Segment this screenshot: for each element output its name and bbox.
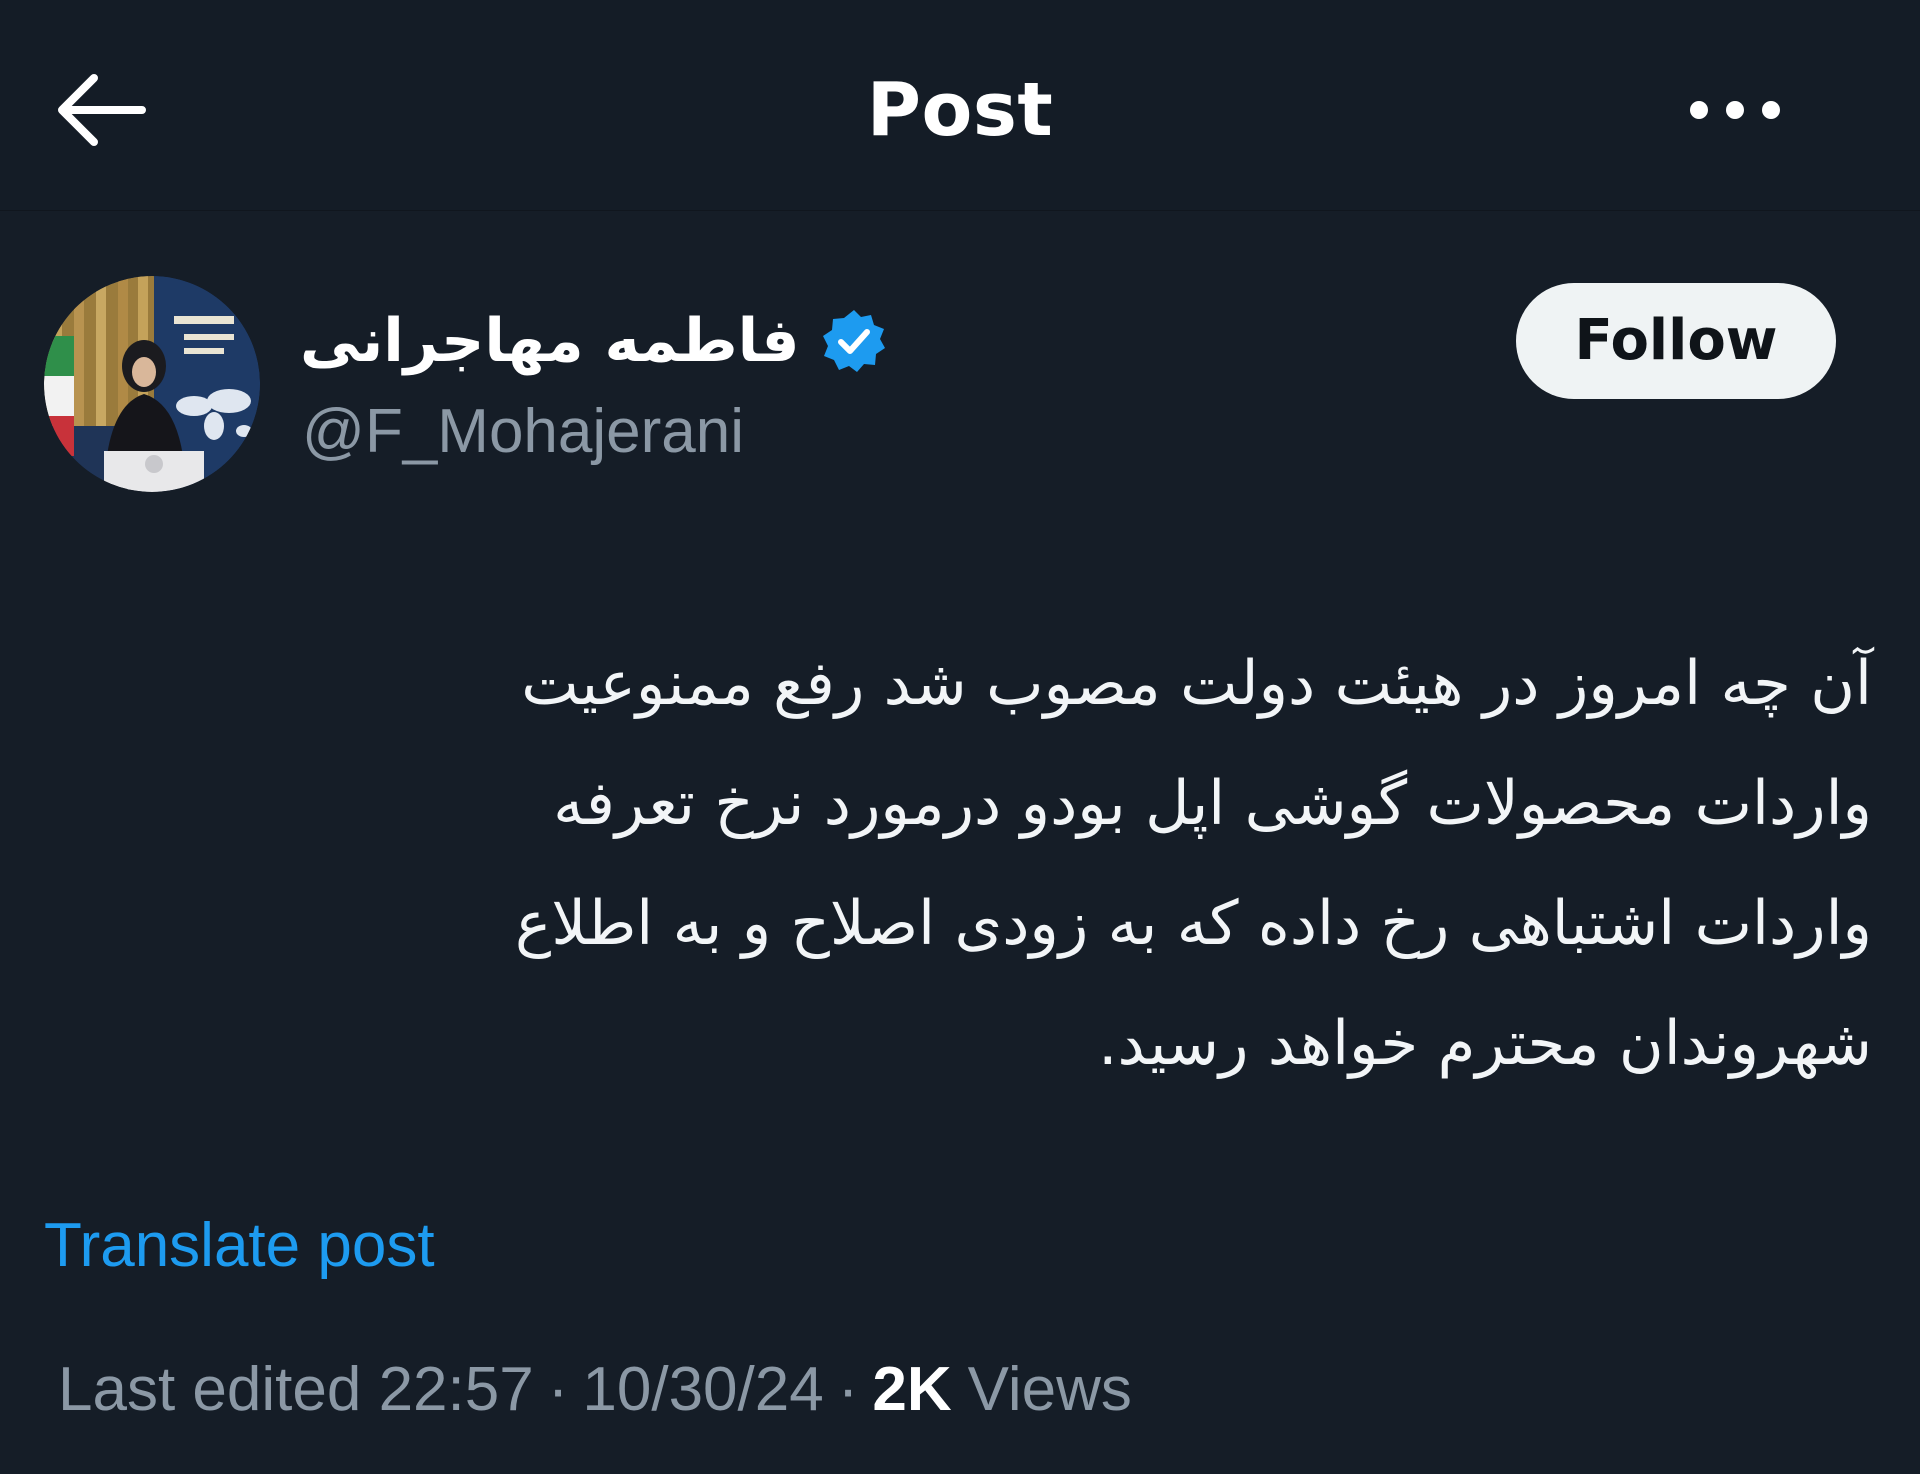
page-title: Post bbox=[866, 67, 1054, 153]
post-text-line: واردات اشتباهی رخ داده که به زودی اصلاح … bbox=[514, 888, 1872, 959]
more-options-button[interactable] bbox=[1680, 62, 1790, 158]
avatar[interactable] bbox=[44, 276, 260, 492]
verified-badge-icon[interactable] bbox=[821, 308, 887, 374]
avatar-image bbox=[44, 276, 260, 492]
author-name[interactable]: فاطمه مهاجرانی bbox=[300, 296, 799, 386]
author-name-row[interactable]: فاطمه مهاجرانی bbox=[300, 296, 887, 386]
more-horizontal-icon bbox=[1690, 101, 1780, 119]
post-date[interactable]: 10/30/24 bbox=[582, 1348, 823, 1432]
views-count: 2K bbox=[872, 1355, 952, 1424]
post-text-line: آن چه امروز در هیئت دولت مصوب شد رفع ممن… bbox=[521, 648, 1872, 719]
post-meta: Last edited 22:57 · 10/30/24 · 2K Views bbox=[58, 1348, 1132, 1432]
edited-timestamp[interactable]: Last edited 22:57 bbox=[58, 1348, 534, 1432]
top-bar: Post bbox=[0, 0, 1920, 211]
post-text-line: واردات محصولات گوشی اپل بودو درمورد نرخ … bbox=[553, 768, 1872, 839]
follow-button[interactable]: Follow bbox=[1516, 283, 1836, 399]
post-text-line: شهروندان محترم خواهد رسید. bbox=[1098, 1008, 1872, 1079]
post-page: Post فاطمه مهاجرانی @F_Mohajerani Follow… bbox=[0, 0, 1920, 1474]
meta-separator: · bbox=[547, 1355, 569, 1424]
translate-post-link[interactable]: Translate post bbox=[44, 1206, 435, 1286]
post-text: آن چه امروز در هیئت دولت مصوب شد رفع ممن… bbox=[150, 624, 1872, 1104]
meta-separator: · bbox=[837, 1355, 859, 1424]
author-handle[interactable]: @F_Mohajerani bbox=[302, 392, 744, 472]
views-label: Views bbox=[967, 1355, 1132, 1424]
